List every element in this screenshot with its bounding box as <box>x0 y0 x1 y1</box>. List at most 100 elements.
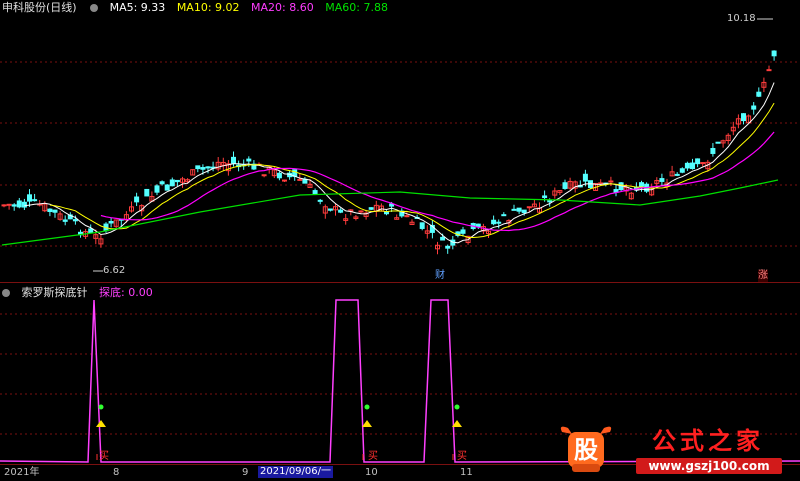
candle-body <box>639 182 644 187</box>
candle-body <box>21 201 27 208</box>
indicator-title: 索罗斯探底针 <box>21 286 88 299</box>
ma5-label: MA5: 9.33 <box>109 1 166 14</box>
candle-body <box>368 207 374 210</box>
candle-body <box>16 200 22 208</box>
buy-signal-label: 买 <box>99 451 109 462</box>
high-price-label: 10.18 <box>727 13 756 24</box>
candle-body <box>195 165 201 170</box>
indicator-header: 索罗斯探底针 探底: 0.00 <box>0 285 161 301</box>
signal-dot <box>364 404 370 410</box>
candle-body <box>62 219 68 222</box>
limit-up-marker[interactable]: 涨 <box>758 270 768 282</box>
axis-label-month: 11 <box>460 467 473 478</box>
price-chart[interactable] <box>0 0 800 283</box>
candle-body <box>491 219 497 225</box>
candle-body <box>659 178 665 182</box>
finance-marker[interactable]: 财 <box>435 270 445 282</box>
candle-body <box>317 199 323 202</box>
candle-body <box>547 200 553 203</box>
candle-body <box>771 50 777 57</box>
candle-body <box>282 179 287 182</box>
candle-body <box>751 105 757 110</box>
candle-body <box>174 179 180 183</box>
signal-dot <box>454 404 460 410</box>
low-price-label: 6.62 <box>103 265 126 276</box>
candle-body <box>440 236 446 241</box>
candle-body <box>756 91 762 97</box>
candle-body <box>521 209 527 214</box>
candle-body <box>11 204 17 207</box>
candle-body <box>108 220 114 224</box>
candle-body <box>684 162 690 169</box>
watermark-logo-text: 股 <box>574 435 598 464</box>
candle-body <box>6 203 12 206</box>
candle-body <box>144 188 150 197</box>
candle-body <box>1 204 7 207</box>
candle-body <box>526 206 532 209</box>
candle-body <box>741 113 746 122</box>
axis-label-month: 8 <box>113 467 120 478</box>
candle-body <box>327 208 333 211</box>
candle-body <box>312 190 318 195</box>
candle-body <box>134 196 140 203</box>
candle-body <box>501 214 507 217</box>
candle-body <box>511 208 517 211</box>
watermark-logo: 股 <box>558 424 614 474</box>
candle-body <box>445 245 451 249</box>
candle-body <box>679 168 685 173</box>
signal-dot <box>98 404 104 410</box>
candle-body <box>700 162 706 165</box>
signal-triangle <box>362 420 372 427</box>
candle-body <box>608 180 614 183</box>
candle-body <box>516 207 522 212</box>
candle-body <box>715 141 721 144</box>
candle-body <box>164 184 170 191</box>
candle-body <box>674 173 680 176</box>
crosshair-date-label: 2021/09/06/一 <box>258 466 334 478</box>
candle-body <box>542 195 548 199</box>
signal-triangle <box>96 420 106 427</box>
candle-body <box>47 208 53 213</box>
ma5-line <box>24 82 775 244</box>
candle-body <box>358 210 364 213</box>
candle-body <box>200 167 206 170</box>
buy-signal-label: 买 <box>368 451 378 462</box>
stock-title: 申科股份(日线) <box>2 1 77 14</box>
ma20-line <box>100 131 775 232</box>
ma20-label: MA20: 8.60 <box>251 1 314 14</box>
candle-body <box>695 158 701 165</box>
main-chart-header: 申科股份(日线) MA5: 9.33 MA10: 9.02 MA20: 8.60… <box>0 0 396 16</box>
axis-label-month: 10 <box>365 467 378 478</box>
ma10-label: MA10: 9.02 <box>176 1 240 14</box>
ma60-line <box>1 179 779 246</box>
candle-body <box>32 199 38 202</box>
settings-dot-icon[interactable] <box>90 3 99 12</box>
candle-body <box>766 69 772 72</box>
candle-body <box>338 209 344 213</box>
candle-body <box>690 162 695 170</box>
candle-body <box>231 156 236 164</box>
candle-body <box>205 166 211 169</box>
indicator-settings-icon[interactable] <box>2 288 10 297</box>
candle-body <box>419 222 425 229</box>
candle-body <box>52 209 58 213</box>
candle-body <box>169 179 175 187</box>
axis-label-month: 9 <box>242 467 249 478</box>
candle-body <box>297 178 303 181</box>
watermark-brand: 公式之家 <box>652 426 764 455</box>
buy-signal-label: 买 <box>457 451 467 462</box>
candle-body <box>460 229 466 234</box>
candle-body <box>582 173 588 182</box>
candle-body <box>562 182 568 189</box>
candle-body <box>261 174 267 177</box>
candle-body <box>475 223 481 228</box>
ma60-label: MA60: 7.88 <box>325 1 388 14</box>
candle-body <box>159 181 165 185</box>
candle-body <box>88 228 94 234</box>
candle-body <box>710 148 716 154</box>
candle-body <box>404 215 410 218</box>
axis-label-year: 2021年 <box>4 467 40 478</box>
candle-body <box>72 219 78 222</box>
candle-body <box>496 221 502 224</box>
candle-body <box>27 194 32 202</box>
